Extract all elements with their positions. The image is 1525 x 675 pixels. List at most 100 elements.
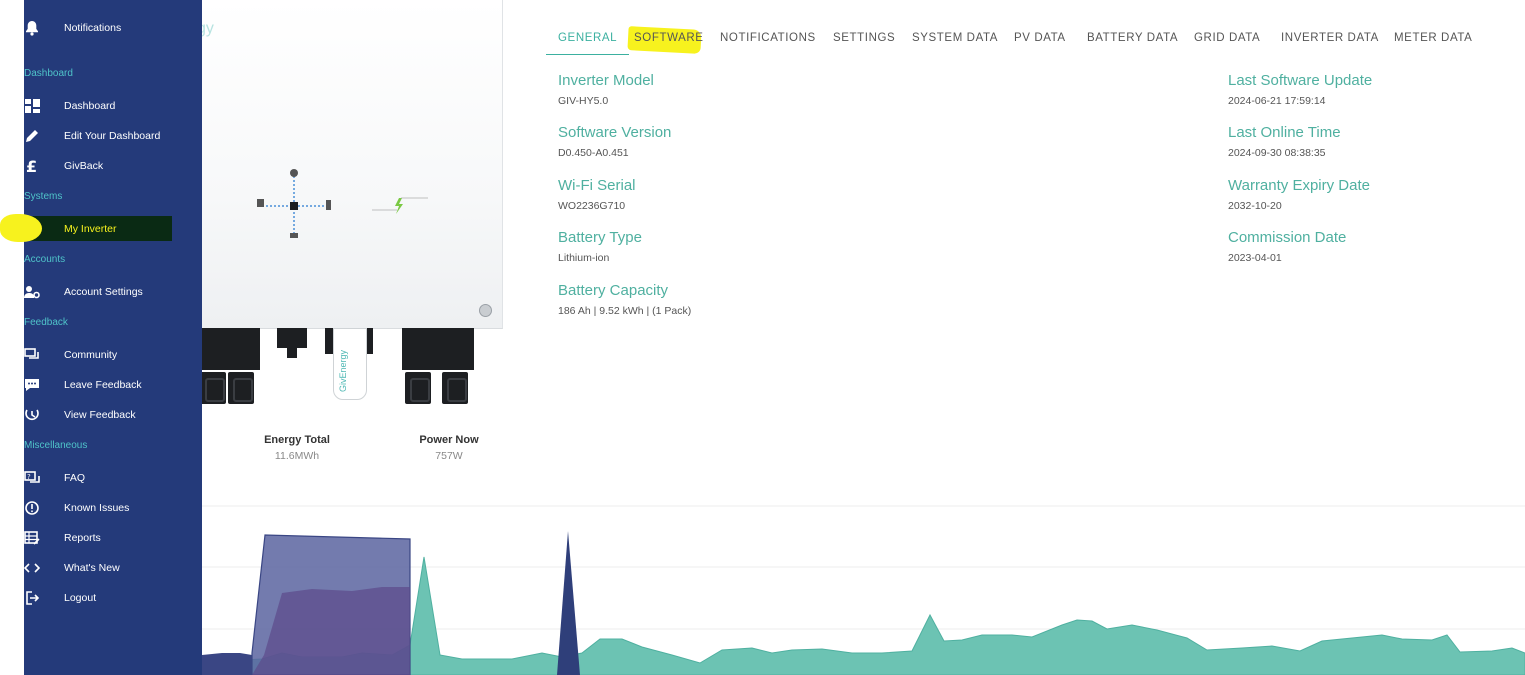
field-warranty-expiry: Warranty Expiry Date 2032-10-20 xyxy=(1228,177,1370,212)
inverter-image xyxy=(202,0,503,329)
field-value: WO2236G710 xyxy=(558,200,626,212)
sidebar-item-known-issues[interactable]: Known Issues xyxy=(24,497,202,519)
code-icon xyxy=(24,560,40,576)
sidebar-item-view-feedback[interactable]: View Feedback xyxy=(24,404,202,426)
section-feedback: Feedback xyxy=(24,317,68,328)
sidebar: Notifications Dashboard Dashboard Edit Y… xyxy=(24,0,202,675)
dashboard-icon xyxy=(24,98,40,114)
field-commission-date: Commission Date 2023-04-01 xyxy=(1228,229,1346,264)
alert-circle-icon xyxy=(24,500,40,516)
tab-inverter-data[interactable]: INVERTER DATA xyxy=(1281,32,1379,54)
logout-icon xyxy=(24,590,40,606)
sidebar-item-label: Notifications xyxy=(64,22,122,34)
tab-general[interactable]: GENERAL xyxy=(546,32,630,55)
field-value: Lithium-ion xyxy=(558,252,610,264)
screw xyxy=(479,304,492,317)
field-software-version: Software Version D0.450-A0.451 xyxy=(558,124,671,159)
field-label: Warranty Expiry Date xyxy=(1228,177,1370,194)
left-spike xyxy=(202,653,252,675)
sidebar-item-faq[interactable]: ? FAQ xyxy=(24,467,202,489)
field-wifi-serial: Wi-Fi Serial WO2236G710 xyxy=(558,177,636,212)
stat-title: Energy Total xyxy=(264,434,330,446)
sidebar-item-label: Edit Your Dashboard xyxy=(64,130,161,142)
sidebar-item-edit-dashboard[interactable]: Edit Your Dashboard xyxy=(24,125,202,147)
stat-power-now: Power Now 757W xyxy=(406,434,492,462)
field-value: 2023-04-01 xyxy=(1228,252,1282,264)
dongle-brand: GivEnergy xyxy=(338,349,348,392)
power-chart xyxy=(202,505,1525,675)
connector xyxy=(202,328,260,370)
sidebar-item-label: Account Settings xyxy=(64,286,143,298)
stat-title: Power Now xyxy=(419,434,479,446)
tab-grid-data[interactable]: GRID DATA xyxy=(1194,32,1260,54)
sidebar-item-whats-new[interactable]: What's New xyxy=(24,557,202,579)
feedback-icon xyxy=(24,377,40,393)
faq-icon: ? xyxy=(24,470,40,486)
field-value: GIV-HY5.0 xyxy=(558,95,609,107)
sidebar-item-label: My Inverter xyxy=(64,223,117,235)
sidebar-item-leave-feedback[interactable]: Leave Feedback xyxy=(24,374,202,396)
field-last-software-update: Last Software Update 2024-06-21 17:59:14 xyxy=(1228,72,1372,107)
sidebar-item-label: Leave Feedback xyxy=(64,379,142,391)
field-label: Battery Type xyxy=(558,229,642,246)
sidebar-item-account-settings[interactable]: Account Settings xyxy=(24,281,202,303)
tab-system-data[interactable]: SYSTEM DATA xyxy=(912,32,998,54)
field-label: Last Online Time xyxy=(1228,124,1341,141)
pencil-icon xyxy=(24,128,40,144)
tab-software[interactable]: SOFTWARE xyxy=(634,32,704,54)
sidebar-item-label: GivBack xyxy=(64,160,104,172)
connector xyxy=(287,348,297,358)
tab-meter-data[interactable]: METER DATA xyxy=(1394,32,1472,54)
sidebar-item-label: Dashboard xyxy=(64,100,116,112)
field-value: D0.450-A0.451 xyxy=(558,147,629,159)
sidebar-item-label: Logout xyxy=(64,592,97,604)
stat-value: 11.6MWh xyxy=(274,450,320,462)
section-systems: Systems xyxy=(24,191,63,202)
section-miscellaneous: Miscellaneous xyxy=(24,440,88,451)
svg-text:£: £ xyxy=(26,158,37,174)
sidebar-item-label: Known Issues xyxy=(64,502,130,514)
report-icon xyxy=(24,530,40,546)
field-label: Last Software Update xyxy=(1228,72,1373,89)
tab-battery-data[interactable]: BATTERY DATA xyxy=(1087,32,1178,54)
field-label: Commission Date xyxy=(1228,229,1347,246)
sidebar-item-logout[interactable]: Logout xyxy=(24,587,202,609)
cable-gland xyxy=(442,372,468,404)
spike xyxy=(557,531,580,675)
sidebar-item-dashboard[interactable]: Dashboard xyxy=(24,95,202,117)
sidebar-item-label: View Feedback xyxy=(64,409,136,421)
svg-text:?: ? xyxy=(27,473,31,481)
field-battery-capacity: Battery Capacity 186 Ah | 9.52 kWh | (1 … xyxy=(558,282,691,317)
tab-notifications[interactable]: NOTIFICATIONS xyxy=(720,32,816,54)
annotation-highlight xyxy=(0,214,42,242)
cable-gland xyxy=(200,372,226,404)
stat-energy-total: Energy Total 11.6MWh xyxy=(252,434,342,462)
sidebar-item-label: FAQ xyxy=(64,472,86,484)
field-inverter-model: Inverter Model GIV-HY5.0 xyxy=(558,72,654,107)
pound-icon: £ xyxy=(24,158,40,174)
stat-value: 757W xyxy=(435,450,463,462)
connector xyxy=(277,328,307,348)
section-dashboard: Dashboard xyxy=(24,68,73,79)
field-last-online-time: Last Online Time 2024-09-30 08:38:35 xyxy=(1228,124,1341,159)
sidebar-item-givback[interactable]: £ GivBack xyxy=(24,155,202,177)
bell-icon xyxy=(24,20,40,36)
inverter-schematic xyxy=(257,169,428,238)
tab-settings[interactable]: SETTINGS xyxy=(833,32,895,54)
field-value: 2032-10-20 xyxy=(1228,200,1282,212)
field-label: Wi-Fi Serial xyxy=(558,177,636,194)
sidebar-item-label: Community xyxy=(64,349,118,361)
section-accounts: Accounts xyxy=(24,254,66,265)
cable-gland xyxy=(405,372,431,404)
feedback-view-icon xyxy=(24,407,40,423)
sidebar-item-reports[interactable]: Reports xyxy=(24,527,202,549)
tab-pv-data[interactable]: PV DATA xyxy=(1014,32,1066,54)
field-value: 186 Ah | 9.52 kWh | (1 Pack) xyxy=(558,305,692,317)
sidebar-item-notifications[interactable]: Notifications xyxy=(24,17,202,39)
sidebar-item-community[interactable]: Community xyxy=(24,344,202,366)
field-value: 2024-06-21 17:59:14 xyxy=(1228,95,1326,107)
sidebar-item-my-inverter[interactable]: My Inverter xyxy=(24,218,202,240)
chat-icon xyxy=(24,347,40,363)
field-battery-type: Battery Type Lithium-ion xyxy=(558,229,642,264)
user-gear-icon xyxy=(24,284,40,300)
